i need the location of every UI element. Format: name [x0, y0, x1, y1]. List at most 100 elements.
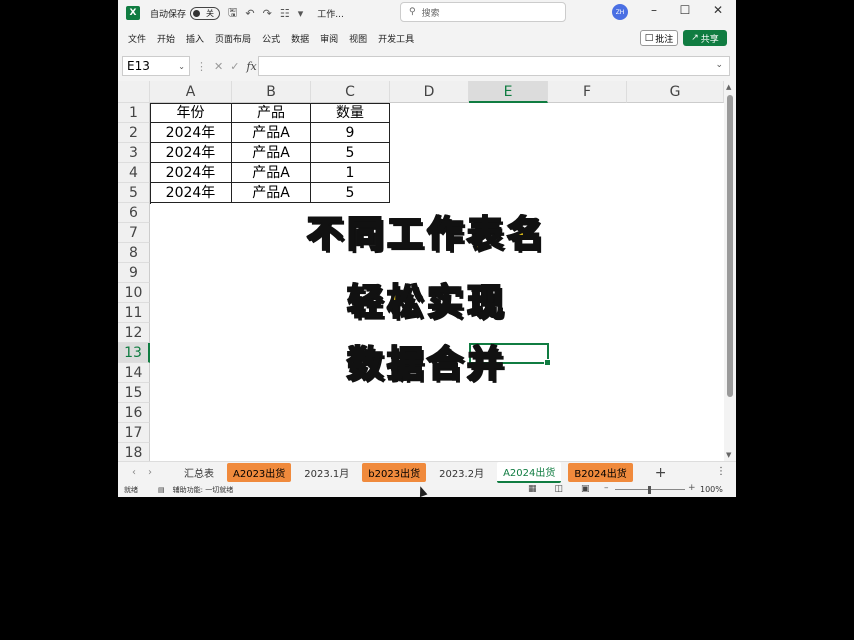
user-avatar[interactable]: ZH	[612, 4, 628, 20]
tab-prev-icon[interactable]: ‹	[132, 467, 136, 478]
enter-icon[interactable]: ✓	[230, 60, 239, 73]
undo-icon[interactable]: ↶	[245, 7, 254, 20]
cell-c1[interactable]: 数量	[311, 103, 390, 123]
zoom-in-icon[interactable]: +	[688, 483, 696, 493]
row-header-3[interactable]: 3	[118, 143, 150, 163]
sheet-tab-a2024[interactable]: A2024出货	[497, 462, 562, 483]
comments-button[interactable]: □ 批注	[640, 30, 678, 46]
cell-a3[interactable]: 2024年	[150, 143, 232, 163]
cell-a1[interactable]: 年份	[150, 103, 232, 123]
expand-formula-icon[interactable]: ⌄	[715, 60, 723, 70]
quick-access-icon[interactable]: ☷	[280, 7, 290, 20]
chevron-down-icon[interactable]: ⌄	[178, 62, 185, 71]
more-sheets-icon[interactable]: ⋮	[716, 466, 726, 477]
zoom-out-icon[interactable]: –	[604, 483, 609, 493]
search-box[interactable]: ⚲ 搜索	[400, 2, 566, 22]
document-title[interactable]: 工作...	[317, 7, 344, 20]
column-header-d[interactable]: D	[390, 81, 469, 103]
customize-toolbar-icon[interactable]: ▾	[298, 7, 304, 20]
cell-a2[interactable]: 2024年	[150, 123, 232, 143]
cancel-icon[interactable]: ✕	[214, 60, 223, 73]
sheet-tab-2023-feb[interactable]: 2023.2月	[433, 463, 490, 482]
column-header-e[interactable]: E	[469, 81, 548, 103]
accessibility-status[interactable]: 辅助功能: 一切就绪	[173, 485, 234, 495]
redo-icon[interactable]: ↷	[263, 7, 272, 20]
zoom-slider-thumb[interactable]	[648, 486, 651, 494]
cell-a4[interactable]: 2024年	[150, 163, 232, 183]
menu-file[interactable]: 文件	[128, 32, 146, 45]
cell-c3[interactable]: 5	[311, 143, 390, 163]
status-ready: 就绪	[124, 486, 138, 494]
cell-b3[interactable]: 产品A	[232, 143, 311, 163]
formula-input[interactable]: ⌄	[258, 56, 730, 76]
row-header-13[interactable]: 13	[118, 343, 150, 363]
cell-b5[interactable]: 产品A	[232, 183, 311, 203]
share-button[interactable]: ↗ 共享	[683, 30, 727, 46]
cell-b4[interactable]: 产品A	[232, 163, 311, 183]
macro-icon[interactable]: ▤	[158, 486, 165, 494]
autosave-toggle[interactable]: 关	[190, 6, 221, 20]
menu-view[interactable]: 视图	[349, 32, 367, 45]
column-header-b[interactable]: B	[232, 81, 311, 103]
column-header-g[interactable]: G	[627, 81, 724, 103]
active-cell-e13[interactable]	[469, 343, 551, 366]
menu-page-layout[interactable]: 页面布局	[215, 32, 251, 45]
select-all-corner[interactable]	[118, 81, 150, 103]
name-box[interactable]: E13 ⌄	[122, 56, 190, 76]
share-icon: ↗	[691, 33, 699, 43]
row-header-12[interactable]: 12	[118, 323, 150, 343]
tab-next-icon[interactable]: ›	[148, 467, 152, 478]
more-icon[interactable]: ⋮	[196, 60, 207, 73]
row-header-4[interactable]: 4	[118, 163, 150, 183]
scroll-down-icon[interactable]: ▼	[726, 451, 731, 459]
row-header-17[interactable]: 17	[118, 423, 150, 443]
row-header-2[interactable]: 2	[118, 123, 150, 143]
close-icon[interactable]: ✕	[708, 3, 728, 17]
page-break-view-icon[interactable]: ▣	[581, 484, 590, 494]
maximize-icon[interactable]: ☐	[675, 3, 695, 17]
menu-formulas[interactable]: 公式	[262, 32, 280, 45]
sheet-tab-b2023[interactable]: b2023出货	[362, 463, 427, 482]
row-header-18[interactable]: 18	[118, 443, 150, 461]
sheet-tab-summary[interactable]: 汇总表	[178, 463, 220, 482]
cell-b1[interactable]: 产品	[232, 103, 311, 123]
zoom-level[interactable]: 100%	[700, 485, 723, 494]
menu-data[interactable]: 数据	[291, 32, 309, 45]
row-header-5[interactable]: 5	[118, 183, 150, 203]
menu-home[interactable]: 开始	[157, 32, 175, 45]
cell-a5[interactable]: 2024年	[150, 183, 232, 203]
minimize-icon[interactable]: –	[644, 3, 664, 17]
save-icon[interactable]: 🖫	[228, 4, 237, 23]
cell-c5[interactable]: 5	[311, 183, 390, 203]
scroll-up-icon[interactable]: ▲	[726, 83, 731, 91]
column-header-a[interactable]: A	[150, 81, 232, 103]
menu-developer[interactable]: 开发工具	[378, 32, 414, 45]
column-header-f[interactable]: F	[548, 81, 627, 103]
menu-insert[interactable]: 插入	[186, 32, 204, 45]
page-layout-view-icon[interactable]: ◫	[555, 484, 564, 494]
row-header-14[interactable]: 14	[118, 363, 150, 383]
normal-view-icon[interactable]: ▦	[528, 484, 537, 494]
row-header-7[interactable]: 7	[118, 223, 150, 243]
sheet-tab-a2023[interactable]: A2023出货	[227, 463, 292, 482]
insert-function-icon[interactable]: fx	[246, 60, 256, 73]
column-header-c[interactable]: C	[311, 81, 390, 103]
row-header-9[interactable]: 9	[118, 263, 150, 283]
scrollbar-thumb[interactable]	[727, 95, 733, 397]
row-header-16[interactable]: 16	[118, 403, 150, 423]
vertical-scrollbar[interactable]: ▲ ▼	[724, 81, 736, 461]
add-sheet-icon[interactable]: +	[655, 465, 667, 481]
cell-c4[interactable]: 1	[311, 163, 390, 183]
row-header-11[interactable]: 11	[118, 303, 150, 323]
row-header-1[interactable]: 1	[118, 103, 150, 123]
worksheet-grid[interactable]: A B C D E F G 1 2 3 4 5 6 7 8 9 10 11 12…	[118, 81, 736, 461]
row-header-10[interactable]: 10	[118, 283, 150, 303]
menu-review[interactable]: 审阅	[320, 32, 338, 45]
row-header-8[interactable]: 8	[118, 243, 150, 263]
row-header-6[interactable]: 6	[118, 203, 150, 223]
row-header-15[interactable]: 15	[118, 383, 150, 403]
cell-b2[interactable]: 产品A	[232, 123, 311, 143]
cell-c2[interactable]: 9	[311, 123, 390, 143]
sheet-tab-2023-jan[interactable]: 2023.1月	[298, 463, 355, 482]
sheet-tab-b2024[interactable]: B2024出货	[568, 463, 633, 482]
